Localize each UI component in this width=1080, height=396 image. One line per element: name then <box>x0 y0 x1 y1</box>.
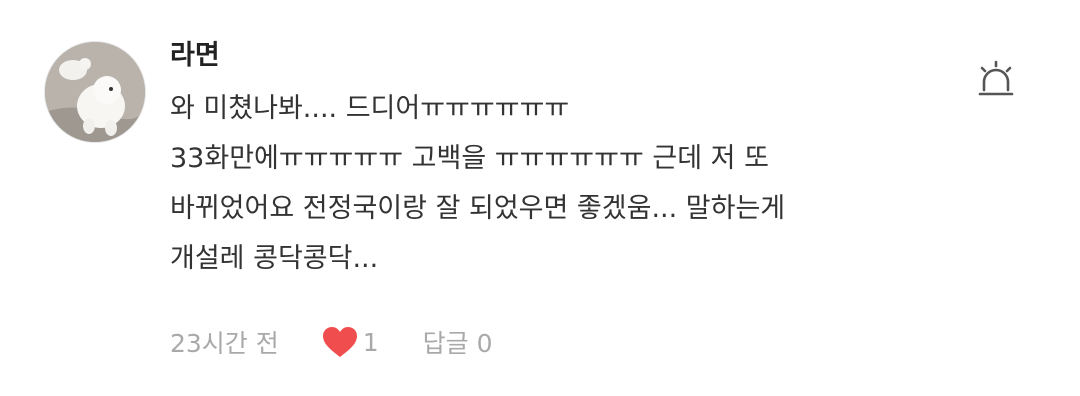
siren-icon <box>978 60 1014 96</box>
heart-icon <box>322 327 357 357</box>
like-button[interactable]: 1 <box>321 325 379 359</box>
comment-time: 23시간 전 <box>170 329 279 358</box>
report-button[interactable] <box>974 58 1018 102</box>
comment-meta: 23시간 전 1 답글 0 <box>170 320 493 364</box>
avatar[interactable] <box>44 41 146 143</box>
comment-body: 와 미쳤나봐.... 드디어ㅠㅠㅠㅠㅠㅠ 33화만에ㅠㅠㅠㅠㅠ 고백을 ㅠㅠㅠㅠ… <box>170 84 970 284</box>
comment-line: 바뀌었어요 전정국이랑 잘 되었우면 좋겠움... 말하는게 <box>170 193 786 224</box>
like-count: 1 <box>362 327 379 357</box>
comment-line: 33화만에ㅠㅠㅠㅠㅠ 고백을 ㅠㅠㅠㅠㅠㅠ 근데 저 또 <box>170 143 769 174</box>
comment-line: 개설레 콩닥콩닥... <box>170 243 379 274</box>
comment-author[interactable]: 라면 <box>170 38 220 74</box>
reply-button[interactable]: 답글 0 <box>423 324 493 360</box>
avatar-dog-image <box>45 42 145 142</box>
comment-line: 와 미쳤나봐.... 드디어ㅠㅠㅠㅠㅠㅠ <box>170 93 570 124</box>
